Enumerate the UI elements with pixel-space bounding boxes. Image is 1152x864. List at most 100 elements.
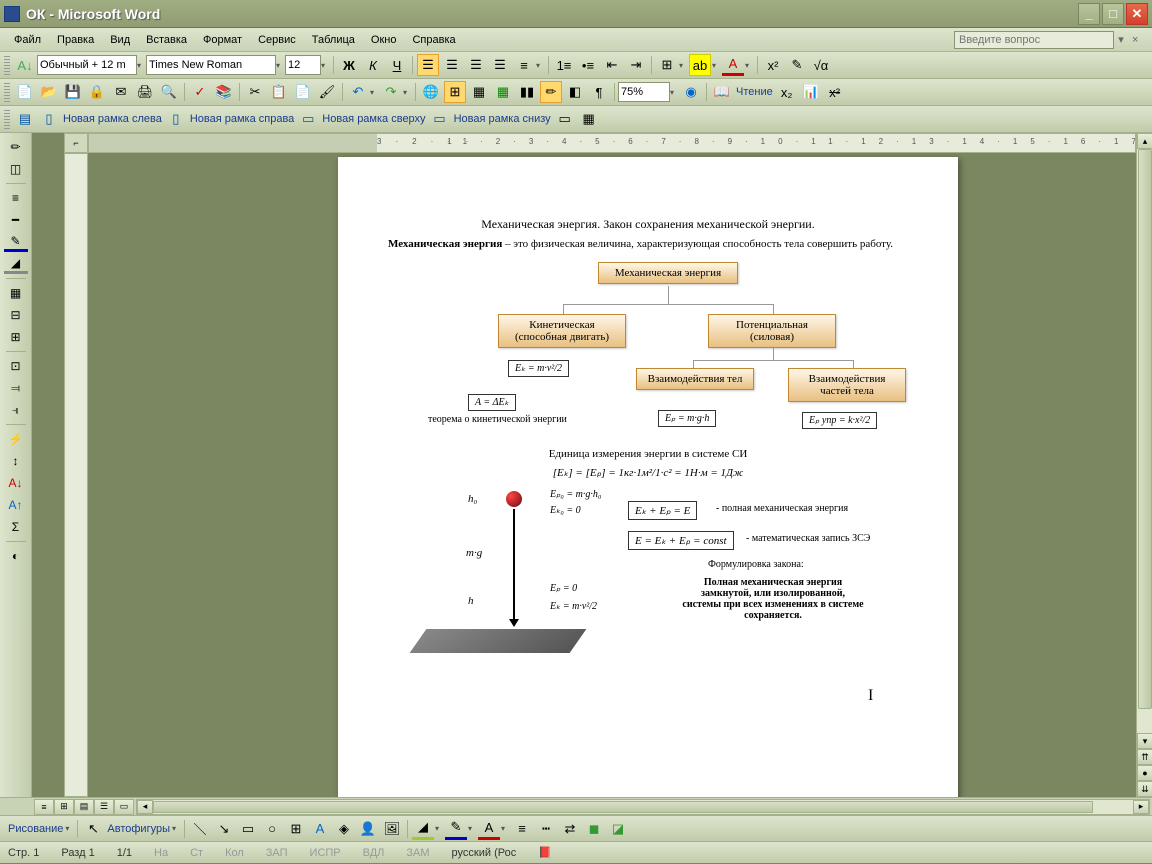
help-dropdown-icon[interactable]: ▾ [1114, 33, 1128, 46]
italic-button[interactable]: К [362, 54, 384, 76]
numbering-button[interactable]: 1≡ [553, 54, 575, 76]
docmap-icon[interactable]: ◧ [564, 81, 586, 103]
font-color-icon2[interactable]: A [478, 818, 500, 840]
underline-button[interactable]: Ч [386, 54, 408, 76]
misc-icon[interactable]: ◐ [4, 546, 28, 566]
frame-left-icon[interactable]: ▯ [38, 108, 60, 130]
reading-icon[interactable]: 📖 [711, 81, 733, 103]
reading-view-icon[interactable]: ▭ [114, 799, 134, 815]
shading-color-icon[interactable]: ◢ [4, 254, 28, 274]
fill-dd[interactable]: ▾ [435, 824, 444, 833]
line-spacing-button[interactable]: ≡ [513, 54, 535, 76]
equation-button[interactable]: √α [810, 54, 832, 76]
frame-toc-icon[interactable]: ▤ [14, 108, 36, 130]
menu-file[interactable]: Файл [6, 31, 49, 49]
bold-button[interactable]: Ж [338, 54, 360, 76]
autoformat-icon[interactable]: ⚡ [4, 429, 28, 449]
showmarks-icon[interactable]: ¶ [588, 81, 610, 103]
autoshapes-menu[interactable]: Автофигуры [105, 823, 172, 835]
superscript-button[interactable]: x² [762, 54, 784, 76]
select-browse-icon[interactable]: ● [1137, 765, 1152, 781]
next-page-icon[interactable]: ⇊ [1137, 781, 1152, 797]
open-icon[interactable]: 📂 [38, 81, 60, 103]
permission-icon[interactable]: 🔒 [86, 81, 108, 103]
minimize-button[interactable]: _ [1078, 3, 1100, 25]
document-viewport[interactable]: Механическая энергия. Закон сохранения м… [88, 153, 1136, 797]
frame-del-icon[interactable]: ▭ [554, 108, 576, 130]
align-center-button[interactable]: ☰ [441, 54, 463, 76]
status-book-icon[interactable]: 📕 [538, 846, 552, 859]
drawing-dd[interactable]: ▾ [65, 824, 74, 833]
frame-bottom-label[interactable]: Новая рамка снизу [452, 113, 553, 125]
status-trk[interactable]: ИСПР [310, 847, 341, 859]
scroll-left-icon[interactable]: ◂ [137, 800, 153, 814]
vertical-ruler[interactable] [64, 153, 88, 797]
text-direction-icon[interactable]: ↕ [4, 451, 28, 471]
frame-top-label[interactable]: Новая рамка сверху [320, 113, 427, 125]
editor-button[interactable]: ✎ [786, 54, 808, 76]
toolbar-grip[interactable] [4, 82, 10, 102]
strike-button[interactable]: x² [824, 81, 846, 103]
spell-icon[interactable]: ✓ [189, 81, 211, 103]
hyperlink-icon[interactable]: 🌐 [420, 81, 442, 103]
status-lang[interactable]: русский (Рос [452, 847, 517, 859]
menu-format[interactable]: Формат [195, 31, 250, 49]
research-icon[interactable]: 📚 [213, 81, 235, 103]
frame-props-icon[interactable]: ▦ [578, 108, 600, 130]
line-weight-icon[interactable]: ━ [4, 210, 28, 230]
line-dd[interactable]: ▾ [468, 824, 477, 833]
prev-page-icon[interactable]: ⇈ [1137, 749, 1152, 765]
drawing-icon[interactable]: ✏ [540, 81, 562, 103]
print-view-icon[interactable]: ▤ [74, 799, 94, 815]
dist-cols-icon[interactable]: ⫣ [4, 400, 28, 420]
size-select[interactable] [285, 55, 321, 75]
insert-table-icon[interactable]: ▦ [468, 81, 490, 103]
line-icon[interactable]: ＼ [189, 818, 211, 840]
size-dropdown-icon[interactable]: ▾ [321, 61, 330, 70]
scroll-down-icon[interactable]: ▾ [1137, 733, 1152, 749]
help-search-input[interactable] [954, 31, 1114, 49]
increase-indent-button[interactable]: ⇥ [625, 54, 647, 76]
borders-button[interactable]: ⊞ [656, 54, 678, 76]
rectangle-icon[interactable]: ▭ [237, 818, 259, 840]
style-dropdown-icon[interactable]: ▾ [137, 61, 146, 70]
cell-align-icon[interactable]: ⊡ [4, 356, 28, 376]
reading-label[interactable]: Чтение [734, 86, 775, 98]
select-objects-icon[interactable]: ↖ [82, 818, 104, 840]
font-dropdown-icon[interactable]: ▾ [276, 61, 285, 70]
style-select[interactable] [37, 55, 137, 75]
outline-view-icon[interactable]: ☰ [94, 799, 114, 815]
highlight-dd[interactable]: ▾ [712, 61, 721, 70]
line-color-icon[interactable]: ✎ [445, 818, 467, 840]
zoom-select[interactable] [618, 82, 670, 102]
chart-button[interactable]: 📊 [800, 81, 822, 103]
align-right-button[interactable]: ☰ [465, 54, 487, 76]
toolbar-grip[interactable] [4, 55, 10, 75]
line-style-icon2[interactable]: ≡ [511, 818, 533, 840]
drawing-menu[interactable]: Рисование [6, 823, 65, 835]
close-button[interactable]: ✕ [1126, 3, 1148, 25]
doc-close-icon[interactable]: × [1132, 34, 1146, 46]
styles-pane-icon[interactable]: A↓ [14, 54, 36, 76]
font-color-button[interactable]: A [722, 54, 744, 76]
undo-icon[interactable]: ↶ [347, 81, 369, 103]
tables-borders-icon[interactable]: ⊞ [444, 81, 466, 103]
diagram-icon[interactable]: ◈ [333, 818, 355, 840]
subscript-button[interactable]: x₂ [776, 81, 798, 103]
status-ext[interactable]: ВДЛ [363, 847, 385, 859]
align-left-button[interactable]: ☰ [417, 54, 439, 76]
arrow-style-icon[interactable]: ⇄ [559, 818, 581, 840]
maximize-button[interactable]: □ [1102, 3, 1124, 25]
split-cells-icon[interactable]: ⊞ [4, 327, 28, 347]
zoom-dd[interactable]: ▾ [670, 88, 679, 97]
status-ovr[interactable]: ЗАМ [406, 847, 429, 859]
border-color-icon[interactable]: ✎ [4, 232, 28, 252]
insert-table-icon2[interactable]: ▦ [4, 283, 28, 303]
wordart-icon[interactable]: A [309, 818, 331, 840]
autoshapes-dd[interactable]: ▾ [172, 824, 181, 833]
borders-dd[interactable]: ▾ [679, 61, 688, 70]
save-icon[interactable]: 💾 [62, 81, 84, 103]
cut-icon[interactable]: ✂ [244, 81, 266, 103]
horizontal-scrollbar[interactable]: ◂ ▸ [136, 799, 1150, 815]
undo-dd[interactable]: ▾ [370, 88, 379, 97]
